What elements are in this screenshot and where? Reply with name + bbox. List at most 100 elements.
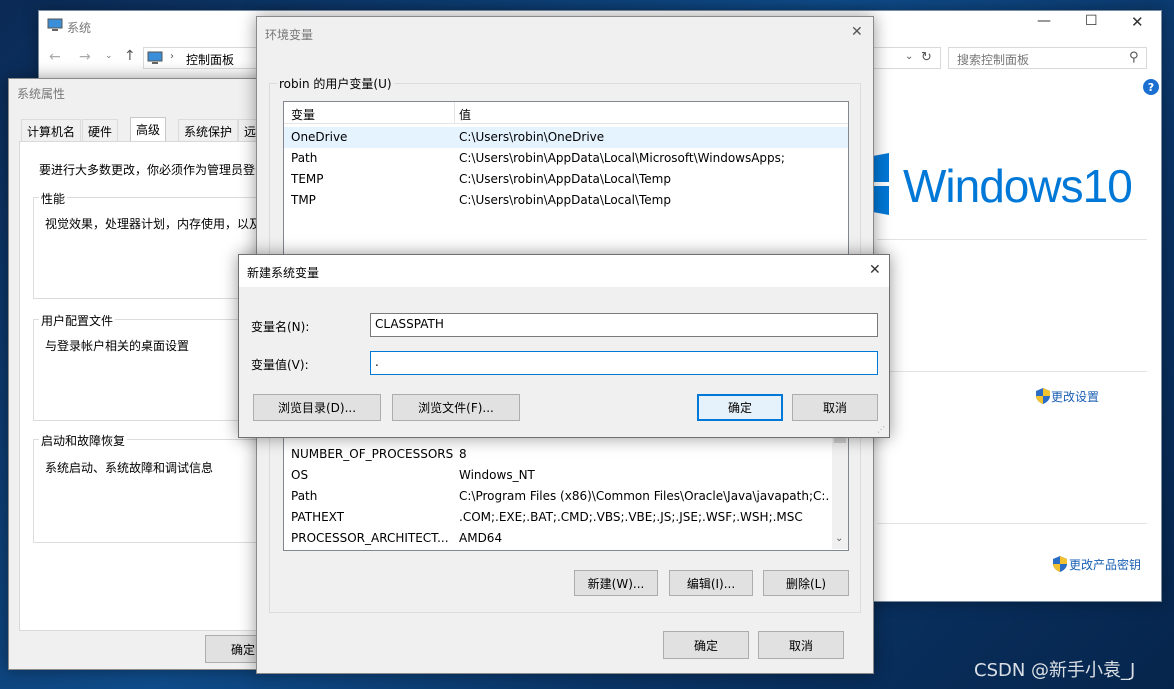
group-description: 系统启动、系统故障和调试信息 (45, 461, 214, 475)
variable-name-label: 变量名(N): (251, 320, 310, 334)
address-bar[interactable]: › 控制面板 (143, 47, 263, 69)
group-description: 视觉效果，处理器计划，内存使用，以及虚拟内存 (45, 217, 259, 231)
ok-button[interactable]: 确定 (697, 394, 783, 421)
variable-value: Windows_NT (459, 468, 535, 482)
user-variables-label: robin 的用户变量(U) (277, 75, 394, 92)
variable-name: Path (291, 151, 318, 165)
variable-name: PATHEXT (291, 510, 345, 524)
list-header: 变量 值 (284, 102, 848, 124)
new-variable-button[interactable]: 新建(W)... (574, 570, 658, 596)
change-product-key-link[interactable]: 更改产品密钥 (1069, 556, 1141, 573)
variable-name: TMP (291, 193, 316, 207)
up-arrow-icon[interactable]: ↑ (124, 48, 136, 64)
close-icon[interactable]: ✕ (869, 262, 881, 278)
variable-name: Path (291, 489, 318, 503)
group-title: 性能 (39, 190, 68, 207)
table-row[interactable]: OneDrive C:\Users\robin\OneDrive (284, 127, 848, 148)
dialog-title: 新建系统变量 (247, 266, 320, 280)
divider (877, 239, 1147, 240)
uac-shield-icon (1053, 556, 1067, 572)
close-button[interactable]: ✕ (1131, 13, 1151, 37)
variable-name: TEMP (291, 172, 324, 186)
table-row[interactable]: PATHEXT .COM;.EXE;.BAT;.CMD;.VBS;.VBE;.J… (284, 507, 848, 528)
variable-value: C:\Program Files (x86)\Common Files\Orac… (459, 489, 829, 503)
user-variables-list[interactable]: 变量 值 OneDrive C:\Users\robin\OneDrive Pa… (283, 101, 849, 261)
table-row[interactable]: TEMP C:\Users\robin\AppData\Local\Temp (284, 169, 848, 190)
breadcrumb-separator-icon: › (170, 51, 174, 62)
windows-10-logo-text: Windows10 (903, 160, 1133, 212)
table-row[interactable]: OS Windows_NT (284, 465, 848, 486)
variable-name: NUMBER_OF_PROCESSORS (291, 447, 454, 461)
cancel-button[interactable]: 取消 (758, 631, 844, 659)
forward-arrow-icon[interactable]: → (79, 49, 91, 65)
variable-name: PROCESSOR_ARCHITECT... (291, 531, 449, 545)
maximize-button[interactable]: ☐ (1085, 13, 1105, 37)
resize-grip-icon[interactable]: ⋰ (877, 425, 885, 434)
system-monitor-icon (47, 18, 63, 32)
address-bar-right[interactable]: ⌄ ↻ (873, 47, 941, 69)
table-row[interactable]: NUMBER_OF_PROCESSORS 8 (284, 444, 848, 465)
table-row[interactable]: PROCESSOR_ARCHITECT... AMD64 (284, 528, 848, 549)
new-system-variable-dialog: 新建系统变量 ✕ 变量名(N): CLASSPATH 变量值(V): . 浏览目… (238, 254, 890, 438)
chevron-down-icon[interactable]: ⌄ (105, 51, 113, 61)
table-row[interactable]: Path C:\Users\robin\AppData\Local\Micros… (284, 148, 848, 169)
table-row[interactable]: TMP C:\Users\robin\AppData\Local\Temp (284, 190, 848, 211)
tab-hardware[interactable]: 硬件 (82, 119, 119, 141)
search-box[interactable]: 搜索控制面板 ⚲ (948, 47, 1147, 69)
group-description: 与登录帐户相关的桌面设置 (45, 339, 190, 353)
tab-strip: 计算机名 硬件 高级 系统保护 远程 (17, 117, 267, 156)
admin-note: 要进行大多数更改，你必须作为管理员登录 (39, 163, 267, 177)
variable-name-input[interactable]: CLASSPATH (370, 313, 878, 337)
ok-button[interactable]: 确定 (663, 631, 749, 659)
tab-system-protection[interactable]: 系统保护 (178, 119, 239, 141)
scrollbar[interactable]: ⌄ (832, 421, 848, 549)
window-title: 系统 (67, 21, 92, 35)
divider (877, 523, 1147, 524)
edit-variable-button[interactable]: 编辑(I)... (669, 570, 753, 596)
help-icon[interactable]: ? (1143, 79, 1159, 95)
column-divider (454, 102, 455, 124)
tab-advanced[interactable]: 高级 (130, 117, 167, 141)
dropdown-chevron-icon[interactable]: ⌄ (905, 51, 913, 62)
variable-value-label: 变量值(V): (251, 358, 309, 372)
minimize-button[interactable]: — (1037, 13, 1057, 37)
scroll-down-arrow-icon[interactable]: ⌄ (835, 533, 843, 544)
browse-directory-button[interactable]: 浏览目录(D)... (253, 394, 381, 421)
variable-value: C:\Users\robin\AppData\Local\Temp (459, 193, 671, 207)
watermark: CSDN @新手小袁_J (974, 660, 1136, 681)
variable-name: OneDrive (291, 130, 348, 144)
group-title: 启动和故障恢复 (39, 432, 128, 449)
variable-name: OS (291, 468, 309, 482)
search-icon[interactable]: ⚲ (1129, 50, 1139, 65)
tab-computer-name[interactable]: 计算机名 (21, 119, 82, 141)
variable-value: 8 (459, 447, 467, 461)
performance-group (33, 197, 273, 299)
control-panel-icon (147, 51, 163, 65)
breadcrumb[interactable]: 控制面板 (186, 51, 234, 68)
variable-value: .COM;.EXE;.BAT;.CMD;.VBS;.VBE;.JS;.JSE;.… (459, 510, 803, 524)
refresh-icon[interactable]: ↻ (921, 50, 932, 65)
dialog-title: 环境变量 (265, 28, 314, 42)
variable-value-input[interactable]: . (370, 351, 878, 375)
variable-value: C:\Users\robin\AppData\Local\Microsoft\W… (459, 151, 785, 165)
browse-file-button[interactable]: 浏览文件(F)... (392, 394, 520, 421)
cancel-button[interactable]: 取消 (792, 394, 878, 421)
table-row[interactable]: Path C:\Program Files (x86)\Common Files… (284, 486, 848, 507)
variable-value: AMD64 (459, 531, 503, 545)
delete-variable-button[interactable]: 删除(L) (763, 570, 849, 596)
column-header-value[interactable]: 值 (459, 106, 471, 123)
back-arrow-icon[interactable]: ← (49, 49, 61, 65)
uac-shield-icon (1036, 388, 1050, 404)
search-placeholder: 搜索控制面板 (957, 53, 1030, 67)
system-properties-dialog: 系统属性 计算机名 硬件 高级 系统保护 远程 要进行大多数更改，你必须作为管理… (8, 78, 281, 670)
user-profiles-group (33, 319, 273, 421)
system-variables-list[interactable]: NUMBER_OF_PROCESSORS 8 OS Windows_NT Pat… (283, 421, 849, 551)
dialog-title: 系统属性 (17, 87, 66, 101)
variable-value: C:\Users\robin\AppData\Local\Temp (459, 172, 671, 186)
startup-recovery-group (33, 439, 273, 543)
close-icon[interactable]: ✕ (851, 24, 863, 40)
column-header-variable[interactable]: 变量 (291, 106, 315, 123)
divider (877, 371, 1147, 372)
variable-value: C:\Users\robin\OneDrive (459, 130, 605, 144)
change-settings-link[interactable]: 更改设置 (1051, 388, 1099, 405)
